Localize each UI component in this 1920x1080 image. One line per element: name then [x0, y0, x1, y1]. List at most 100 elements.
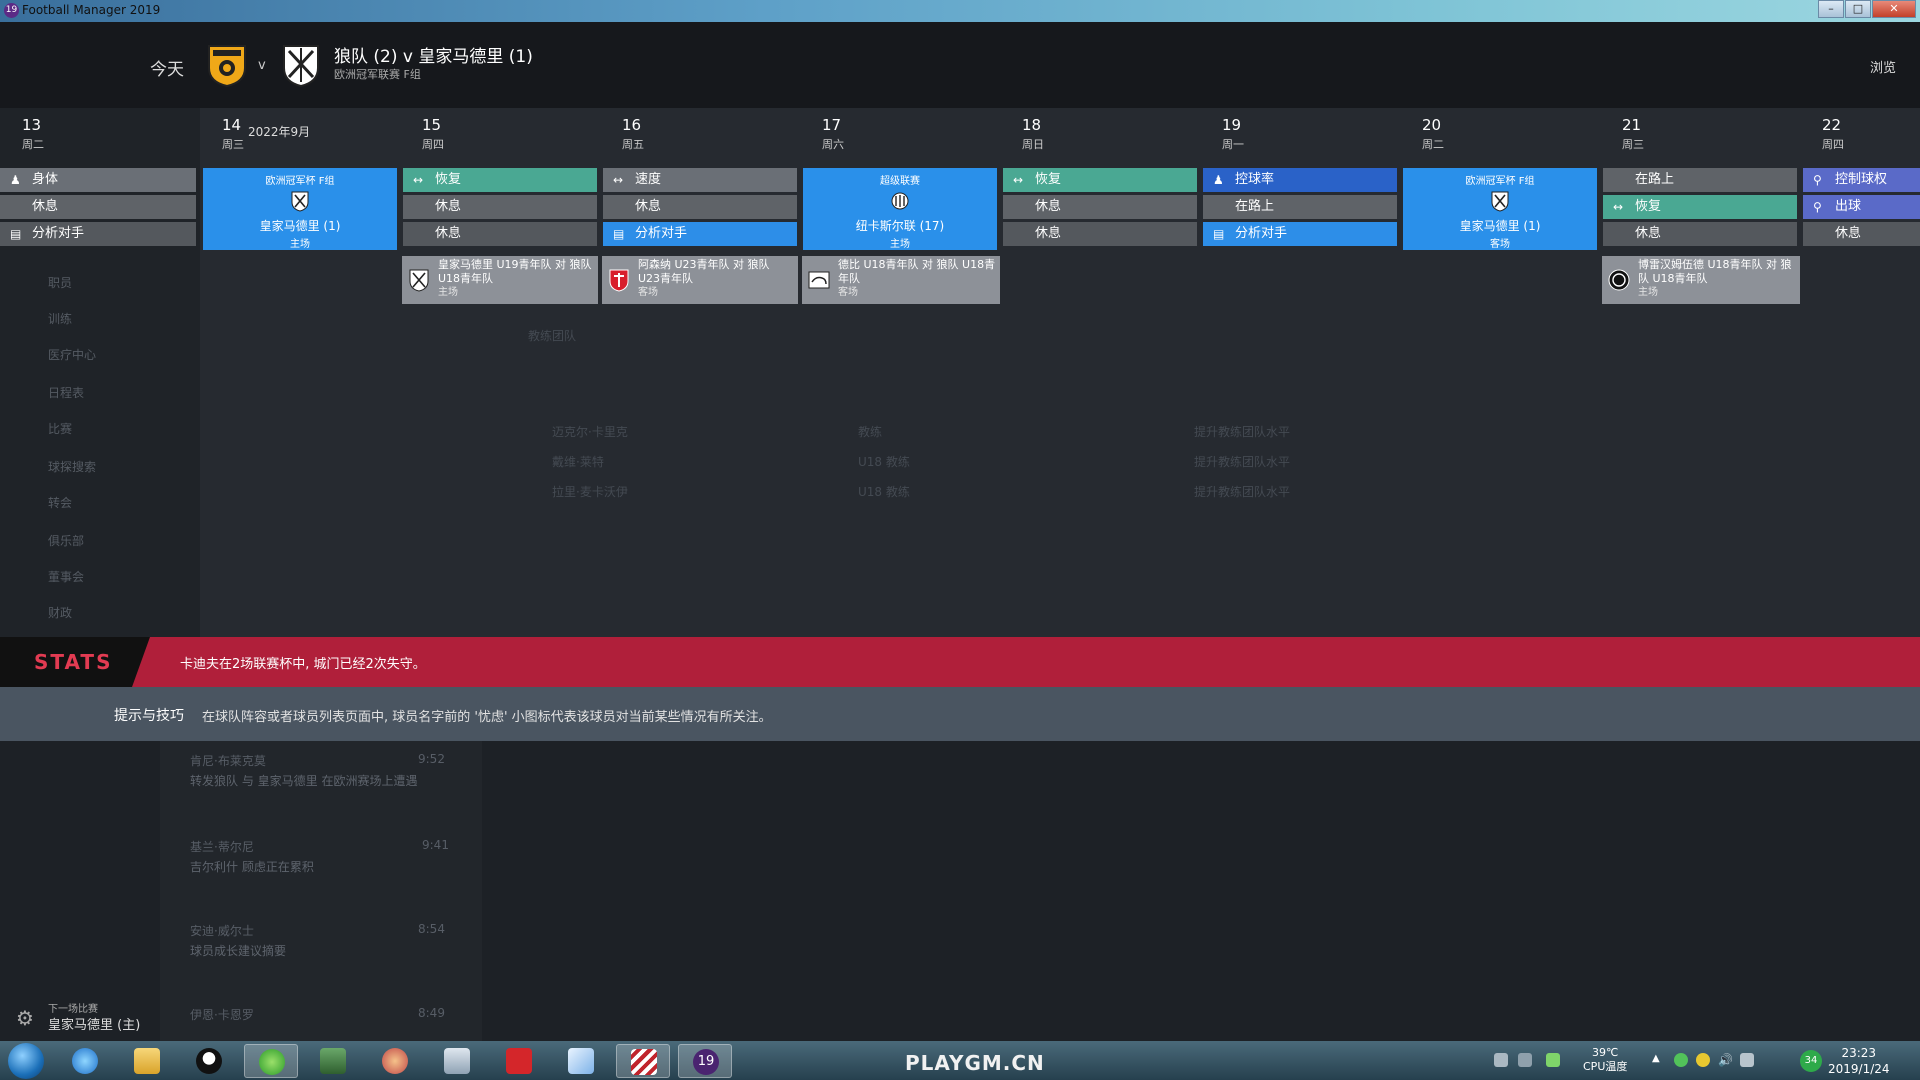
training-session[interactable]: ⚲ 控制球权 — [1803, 168, 1920, 192]
staff-name[interactable]: 戴维·莱特 — [552, 453, 604, 470]
yellow-app-icon[interactable] — [1696, 1053, 1710, 1067]
keyboard-icon[interactable] — [1494, 1053, 1508, 1067]
day-header-13[interactable]: 13 周二 — [22, 116, 44, 156]
day-header-17[interactable]: 17 周六 — [822, 116, 844, 156]
recovery-icon: ↔ — [413, 173, 424, 187]
sidebar-item-training[interactable]: 训练 — [48, 310, 72, 327]
day-header-20[interactable]: 20 周二 — [1422, 116, 1444, 156]
ball-control-icon: ⚲ — [1813, 173, 1822, 187]
session-label: 出球 — [1835, 199, 1862, 214]
youth-match[interactable]: 博雷汉姆伍德 U18青年队 对 狼队 U18青年队 主场 — [1602, 256, 1800, 304]
training-session[interactable]: ▤ 分析对手 — [1203, 222, 1397, 246]
day-header-15[interactable]: 15 周四 — [422, 116, 444, 156]
system-clock[interactable]: 23:23 2019/1/24 — [1828, 1045, 1890, 1077]
session-label: 分析对手 — [635, 226, 688, 241]
day-header-21[interactable]: 21 周三 — [1622, 116, 1644, 156]
possession-icon: ♟ — [1213, 173, 1224, 187]
training-session[interactable]: 休息 — [0, 195, 196, 219]
staff-name[interactable]: 迈克尔·卡里克 — [552, 423, 628, 440]
taskbar-calculator[interactable] — [430, 1044, 484, 1078]
training-session[interactable]: ▤ 分析对手 — [0, 222, 196, 246]
youth-match[interactable]: 阿森纳 U23青年队 对 狼队 U23青年队 客场 — [602, 256, 798, 304]
maximize-button[interactable]: □ — [1845, 0, 1871, 18]
day-number: 20 — [1422, 116, 1442, 134]
taskbar-fm-editor[interactable] — [616, 1044, 670, 1078]
real-madrid-crest-icon — [283, 45, 319, 88]
staff-role: U18 教练 — [858, 485, 910, 499]
taskbar-ie[interactable] — [58, 1044, 112, 1078]
match-day-17[interactable]: 超级联赛 纽卡斯尔联 (17) 主场 — [803, 168, 997, 250]
match-day-20[interactable]: 欧洲冠军杯 F组 皇家马德里 (1) 客场 — [1403, 168, 1597, 250]
day-header-18[interactable]: 18 周日 — [1022, 116, 1044, 156]
taskbar-game[interactable] — [368, 1044, 422, 1078]
training-session[interactable]: ♟ 身体 — [0, 168, 196, 192]
training-session[interactable]: ↔ 速度 — [603, 168, 797, 192]
training-session[interactable]: 休息 — [603, 195, 797, 219]
volume-icon[interactable]: 🔊 — [1718, 1053, 1733, 1067]
taskbar-explorer[interactable] — [120, 1044, 174, 1078]
training-session[interactable]: 休息 — [403, 195, 597, 219]
start-button-icon[interactable] — [8, 1043, 44, 1079]
minimize-button[interactable]: – — [1818, 0, 1844, 18]
action-center-icon[interactable] — [1740, 1053, 1754, 1067]
tray-expand-icon[interactable]: ▲ — [1652, 1053, 1666, 1067]
day-header-22[interactable]: 22 周四 — [1822, 116, 1844, 156]
calculator-icon — [444, 1048, 470, 1074]
battery-icon[interactable] — [1546, 1053, 1560, 1067]
sidebar-item-club[interactable]: 俱乐部 — [48, 532, 84, 549]
youth-match[interactable]: 德比 U18青年队 对 狼队 U18青年队 客场 — [802, 256, 1000, 304]
training-session[interactable]: ↔ 恢复 — [403, 168, 597, 192]
training-session[interactable]: 休息 — [1003, 195, 1197, 219]
feed-message[interactable]: 球员成长建议摘要 — [190, 942, 286, 959]
network-share-icon[interactable] — [1518, 1053, 1532, 1067]
taskbar-mail[interactable] — [492, 1044, 546, 1078]
training-session[interactable]: 在路上 — [1603, 168, 1797, 192]
browse-button[interactable]: 浏览 — [1870, 57, 1896, 76]
taskbar-fm2019[interactable]: 19 — [678, 1044, 732, 1078]
taskbar-browser[interactable] — [244, 1044, 298, 1078]
sidebar-item-medical[interactable]: 医疗中心 — [48, 346, 96, 363]
day-weekday: 周日 — [1022, 138, 1044, 151]
sidebar-item-staff[interactable]: 职员 — [48, 274, 72, 291]
sidebar-item-matches[interactable]: 比赛 — [48, 420, 72, 437]
update-badge-icon[interactable]: 34 — [1800, 1050, 1822, 1072]
today-button[interactable]: 今天 — [150, 55, 184, 80]
sidebar-item-schedule[interactable]: 日程表 — [48, 384, 84, 401]
cpu-temp-label: CPU温度 — [1583, 1060, 1628, 1073]
taskbar-qq[interactable] — [182, 1044, 236, 1078]
training-session[interactable]: ↔ 恢复 — [1603, 195, 1797, 219]
training-session[interactable]: 休息 — [1603, 222, 1797, 246]
close-button[interactable]: ✕ — [1872, 0, 1916, 18]
training-session[interactable]: ♟ 控球率 — [1203, 168, 1397, 192]
feed-message[interactable]: 吉尔利什 顾虑正在累积 — [190, 858, 314, 875]
training-session[interactable]: ▤ 分析对手 — [603, 222, 797, 246]
training-session[interactable]: ⚲ 出球 — [1803, 195, 1920, 219]
sidebar-item-board[interactable]: 董事会 — [48, 568, 84, 585]
ie-icon — [72, 1048, 98, 1074]
mail-icon — [506, 1048, 532, 1074]
feed-message[interactable]: 转发狼队 与 皇家马德里 在欧洲赛场上遭遇 — [190, 772, 417, 789]
taskbar-monitor[interactable] — [306, 1044, 360, 1078]
training-session[interactable]: 在路上 — [1203, 195, 1397, 219]
sidebar-item-finance[interactable]: 财政 — [48, 604, 72, 621]
gear-icon[interactable]: ⚙ — [16, 1006, 34, 1030]
cpu-temp-value: 39℃ — [1592, 1046, 1619, 1059]
staff-name[interactable]: 拉里·麦卡沃伊 — [552, 483, 628, 500]
training-session[interactable]: 休息 — [1803, 222, 1920, 246]
session-label: 休息 — [635, 199, 662, 214]
day-header-16[interactable]: 16 周五 — [622, 116, 644, 156]
day-header-19[interactable]: 19 周一 — [1222, 116, 1244, 156]
sidebar-item-scouting[interactable]: 球探搜索 — [48, 458, 96, 475]
feed-time: 8:54 — [418, 922, 445, 936]
sidebar-item-transfers[interactable]: 转会 — [48, 494, 72, 511]
training-session[interactable]: 休息 — [403, 222, 597, 246]
green-app-icon[interactable] — [1674, 1053, 1688, 1067]
youth-match[interactable]: 皇家马德里 U19青年队 对 狼队 U18青年队 主场 — [402, 256, 598, 304]
taskbar-feather[interactable] — [554, 1044, 608, 1078]
match-title[interactable]: 狼队 (2) v 皇家马德里 (1) — [334, 42, 533, 67]
day-header-14[interactable]: 14 周三 — [222, 116, 244, 156]
vs-label: v — [258, 58, 266, 73]
match-day-14[interactable]: 欧洲冠军杯 F组 皇家马德里 (1) 主场 — [203, 168, 397, 250]
training-session[interactable]: ↔ 恢复 — [1003, 168, 1197, 192]
training-session[interactable]: 休息 — [1003, 222, 1197, 246]
